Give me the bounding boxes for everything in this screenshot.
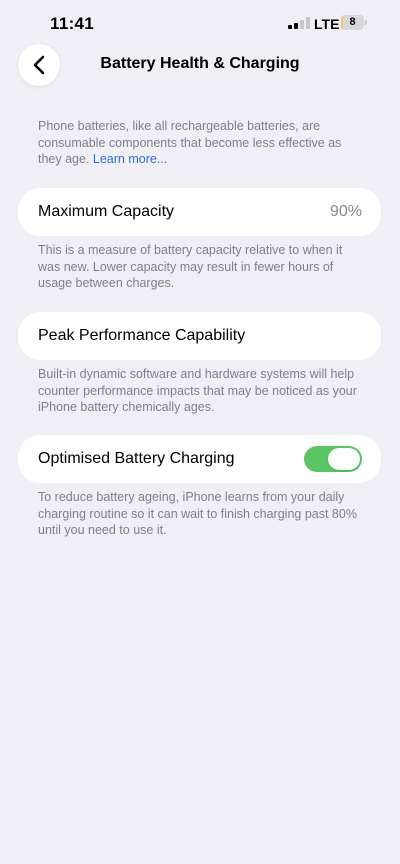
learn-more-link[interactable]: Learn more...	[93, 152, 167, 166]
network-type: LTE	[314, 16, 340, 32]
status-bar: 11:41 LTE 8	[0, 0, 400, 46]
optimised-charging-row: Optimised Battery Charging	[18, 435, 381, 483]
maximum-capacity-value: 90%	[329, 203, 362, 220]
intro-description: Phone batteries, like all rechargeable b…	[38, 118, 364, 168]
maximum-capacity-row: Maximum Capacity 90%	[18, 188, 381, 236]
optimised-charging-toggle[interactable]	[304, 446, 362, 472]
optimised-charging-label: Optimised Battery Charging	[38, 450, 235, 467]
battery-percentage: 8	[349, 16, 356, 28]
status-time: 11:41	[50, 14, 95, 33]
peak-performance-footnote: Built-in dynamic software and hardware s…	[38, 367, 357, 414]
page-title: Battery Health & Charging	[100, 55, 300, 72]
battery-icon: 8	[341, 15, 367, 30]
maximum-capacity-label: Maximum Capacity	[38, 203, 175, 220]
peak-performance-row: Peak Performance Capability	[18, 312, 381, 360]
intro-text: Phone batteries, like all rechargeable b…	[38, 119, 342, 166]
optimised-charging-footnote: To reduce battery ageing, iPhone learns …	[38, 490, 357, 537]
peak-performance-label: Peak Performance Capability	[38, 327, 246, 344]
cellular-signal-icon	[288, 17, 310, 29]
toggle-knob	[328, 448, 360, 470]
maximum-capacity-footnote: This is a measure of battery capacity re…	[38, 243, 343, 290]
